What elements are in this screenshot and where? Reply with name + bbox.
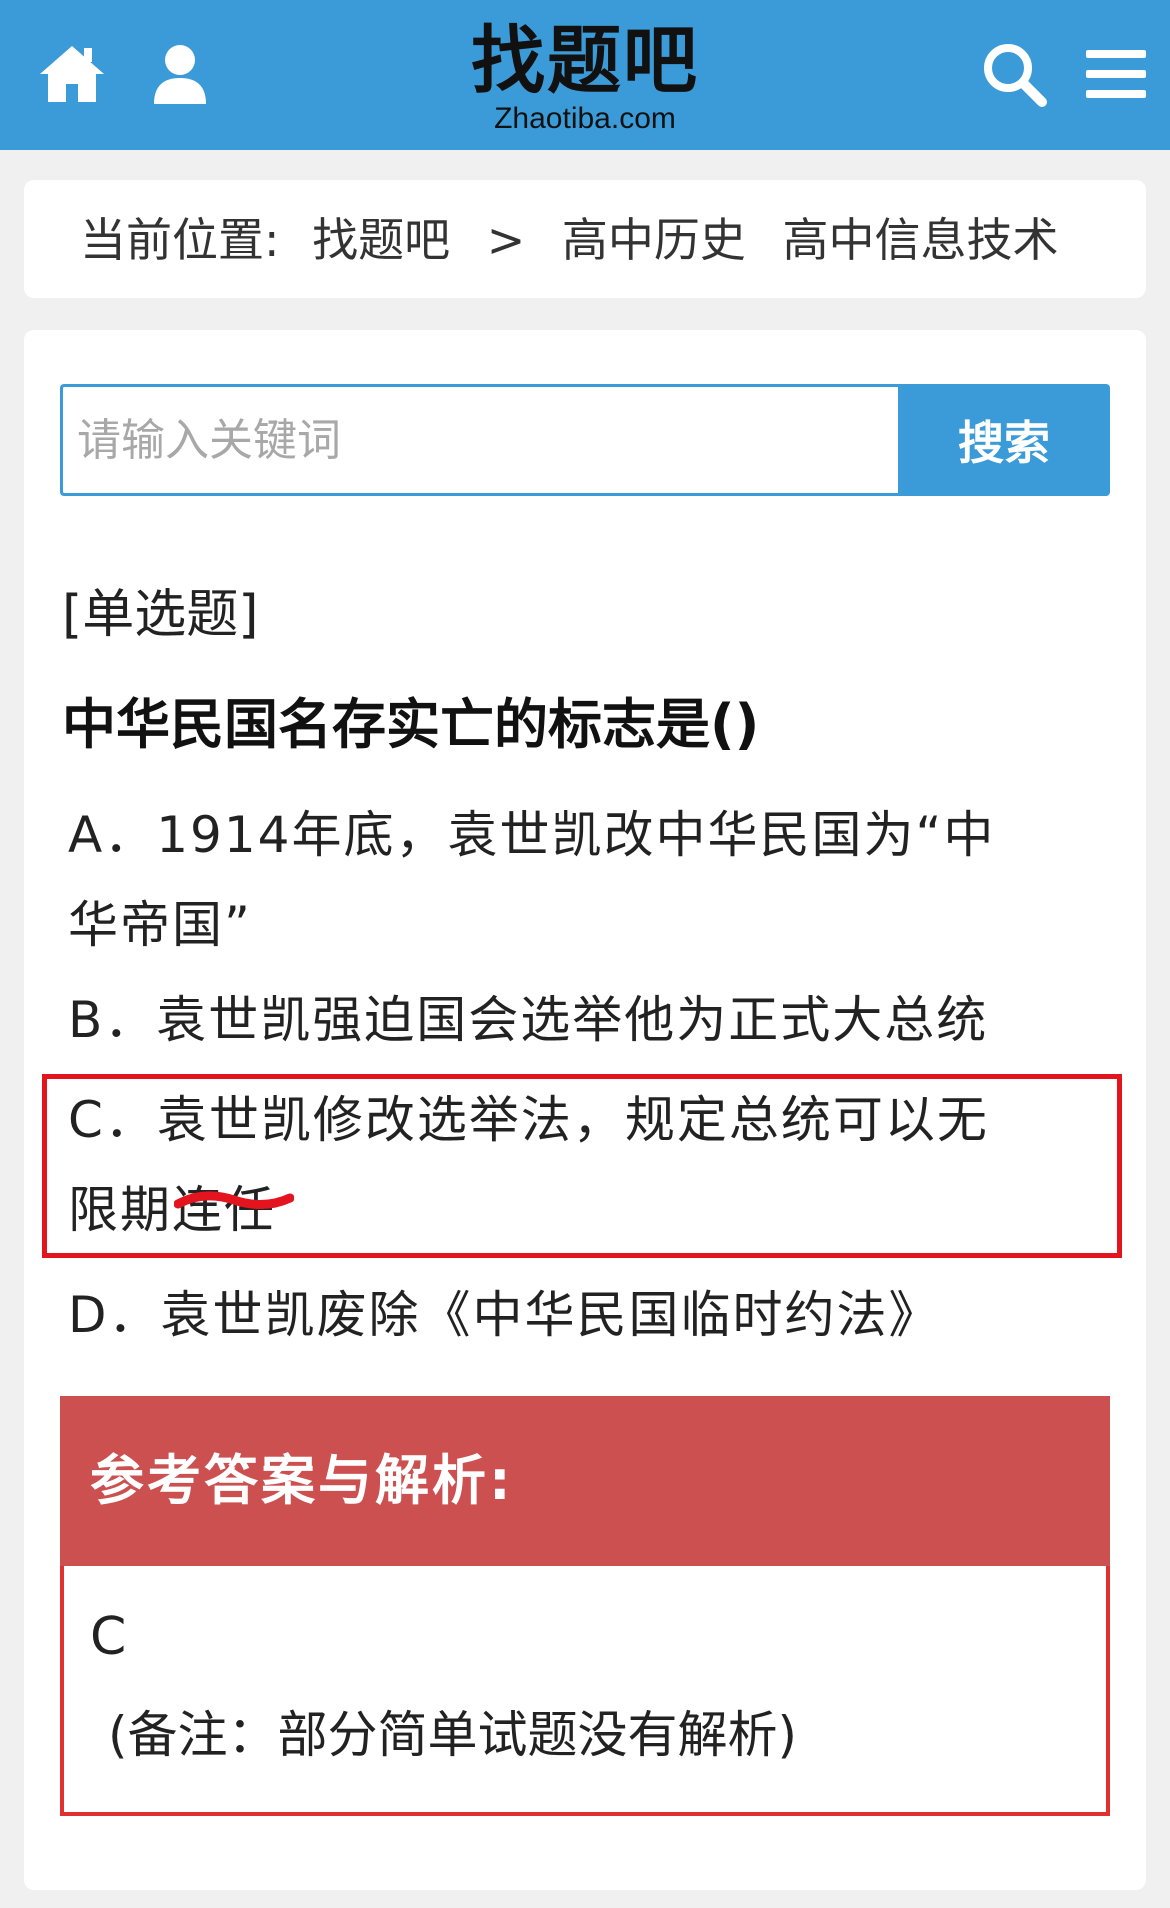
option-text-line2: 华帝国” xyxy=(68,896,252,954)
search-input[interactable] xyxy=(60,384,898,496)
search-icon[interactable] xyxy=(978,38,1050,110)
question-stem: 中华民国名存实亡的标志是() xyxy=(62,693,760,756)
red-scribble-mark xyxy=(174,1191,294,1209)
breadcrumb-site-link[interactable]: 找题吧 xyxy=(312,213,450,267)
option-letter: A xyxy=(68,806,105,864)
answer-body: C (备注：部分简单试题没有解析) xyxy=(60,1566,1110,1816)
answer-value: C xyxy=(90,1607,127,1667)
option-d[interactable]: D．袁世凯废除《中华民国临时约法》 xyxy=(68,1270,1128,1360)
option-text-line1: ．1914年底，袁世凯改中华民国为“中 xyxy=(104,806,996,864)
option-a[interactable]: A．1914年底，袁世凯改中华民国为“中 华帝国” xyxy=(68,790,1128,970)
breadcrumb-category-it[interactable]: 高中信息技术 xyxy=(783,213,1059,267)
search-bar: 搜索 xyxy=(60,384,1110,496)
breadcrumb-card: 当前位置: 找题吧 > 高中历史 高中信息技术 xyxy=(24,180,1146,298)
home-icon[interactable] xyxy=(36,38,108,110)
site-logo[interactable]: 找题吧 Zhaotiba.com xyxy=(435,18,735,142)
highlight-box xyxy=(42,1074,1122,1258)
option-text-line1: ．袁世凯强迫国会选举他为正式大总统 xyxy=(104,991,989,1049)
logo-domain: Zhaotiba.com xyxy=(494,102,676,135)
question-card: 搜索 [单选题] 中华民国名存实亡的标志是() A．1914年底，袁世凯改中华民… xyxy=(24,330,1146,1890)
option-letter: D xyxy=(68,1286,109,1344)
question-type: [单选题] xyxy=(62,585,259,645)
option-b[interactable]: B．袁世凯强迫国会选举他为正式大总统 xyxy=(68,975,1128,1065)
breadcrumb-prefix: 当前位置: xyxy=(80,213,280,267)
answer-header: 参考答案与解析: xyxy=(60,1396,1110,1566)
answer-note: (备注：部分简单试题没有解析) xyxy=(108,1706,798,1764)
answer-heading: 参考答案与解析: xyxy=(90,1449,514,1512)
option-letter: B xyxy=(68,991,105,1049)
search-button[interactable]: 搜索 xyxy=(898,384,1110,496)
option-text-line1: ．袁世凯废除《中华民国临时约法》 xyxy=(108,1286,941,1344)
breadcrumb-category-history[interactable]: 高中历史 xyxy=(562,213,746,267)
logo-title: 找题吧 xyxy=(471,18,699,104)
breadcrumb-separator: > xyxy=(486,213,526,267)
menu-icon[interactable] xyxy=(1080,38,1152,110)
user-icon[interactable] xyxy=(144,38,216,110)
breadcrumb: 当前位置: 找题吧 > 高中历史 高中信息技术 xyxy=(80,210,1059,270)
top-header: 找题吧 Zhaotiba.com xyxy=(0,0,1170,150)
